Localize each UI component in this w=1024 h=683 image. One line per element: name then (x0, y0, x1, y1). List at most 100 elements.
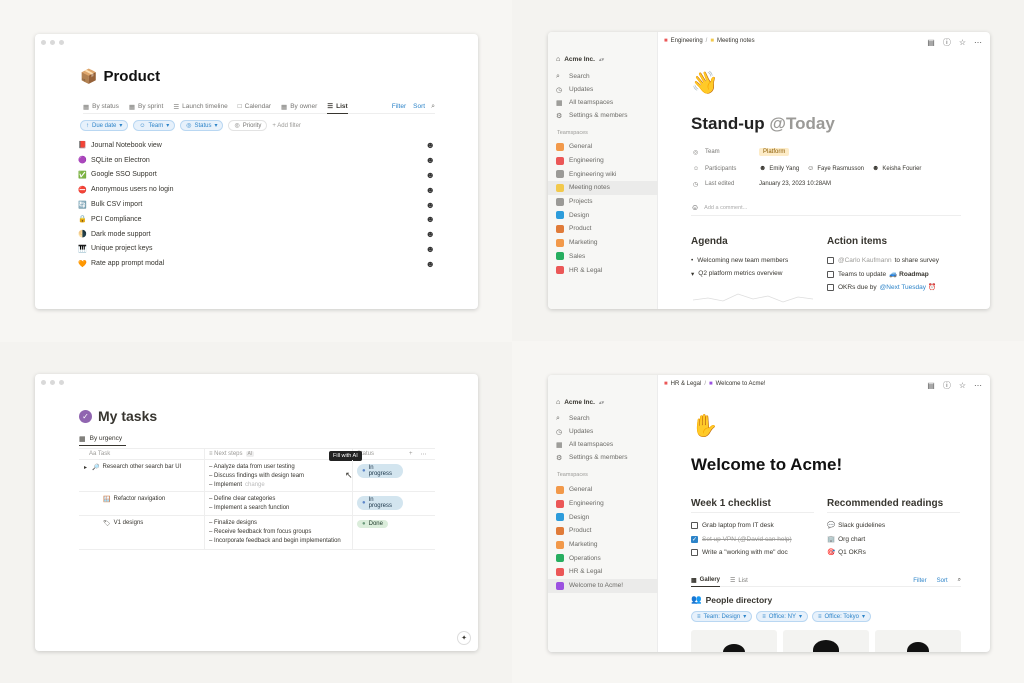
sidebar-updates[interactable]: ◷ Updates (548, 425, 658, 438)
breadcrumb-hr[interactable]: HR & Legal (671, 381, 702, 387)
filter-button[interactable]: Filter (913, 578, 926, 584)
filter-chip[interactable]: ≡ Office: NY ▾ (756, 611, 808, 622)
list-item[interactable]: 🔒 PCI Compliance ☻ (78, 212, 435, 227)
reading-link[interactable]: 💬 Slack guidelines (827, 519, 885, 533)
filter-chip-status[interactable]: ◎ Status ▾ (180, 120, 224, 131)
filter-chip[interactable]: ≡ Office: Tokyo ▾ (811, 611, 871, 622)
team-tag[interactable]: Platform (759, 148, 790, 156)
sidebar-team-engineering[interactable]: Engineering (548, 497, 658, 511)
toggle-icon[interactable]: ▾ (691, 270, 694, 278)
status-badge[interactable]: ● In progress (357, 464, 403, 478)
sidebar-settings-members[interactable]: ⚙ Settings & members (548, 451, 658, 464)
add-column-icon[interactable]: + (409, 451, 413, 457)
tab-gallery[interactable]: ▦ Gallery (691, 575, 721, 587)
tab-list[interactable]: ☰ List (327, 100, 348, 114)
col-next-steps[interactable]: Next steps (214, 451, 242, 457)
more-icon[interactable]: ⋯ (974, 381, 982, 390)
tab-list[interactable]: ☰ List (730, 577, 748, 585)
info-icon[interactable]: ⓘ (943, 37, 951, 48)
list-item[interactable]: ✅ Google SSO Support ☻ (78, 168, 435, 183)
sidebar-team-hr-legal[interactable]: HR & Legal (548, 565, 658, 579)
todo-checkbox[interactable]: ✓ (691, 535, 698, 543)
sidebar-team-projects[interactable]: Projects (548, 195, 658, 209)
sidebar-team-general[interactable]: General (548, 140, 658, 154)
breadcrumb-welcome[interactable]: Welcome to Acme! (716, 381, 766, 387)
todo-checkbox[interactable] (691, 549, 698, 557)
star-icon[interactable]: ☆ (959, 381, 966, 390)
filter-chip[interactable]: ≡ Team: Design ▾ (691, 611, 753, 622)
tab-by-status[interactable]: ▦ By status (83, 100, 119, 114)
gallery-card[interactable] (691, 630, 777, 652)
reading-link[interactable]: 🏢 Org chart (827, 533, 885, 547)
status-badge[interactable]: ● In progress (357, 496, 403, 510)
sidebar-team-marketing[interactable]: Marketing (548, 236, 658, 250)
tab-calendar[interactable]: □ Calendar (238, 100, 271, 114)
sidebar-all-teamspaces[interactable]: ▦ All teamspaces (548, 96, 658, 109)
roadmap-link[interactable]: Roadmap (899, 268, 929, 282)
add-filter-button[interactable]: + Add filter (272, 123, 301, 129)
window-controls[interactable] (41, 380, 64, 385)
comment-icon[interactable]: ▤ (927, 381, 935, 390)
star-icon[interactable]: ☆ (959, 38, 966, 47)
action-checkbox[interactable] (827, 257, 834, 265)
table-row[interactable]: ▸ 🔎 Research other search bar UI – Analyze … (79, 460, 435, 492)
tab-launch-timeline[interactable]: ☰ Launch timeline (173, 100, 227, 114)
comment-input[interactable]: Add a comment... (704, 205, 747, 211)
sidebar-search[interactable]: ⌕ Search (548, 412, 658, 425)
ai-sparkle-button[interactable]: ✦ (457, 631, 471, 645)
today-mention[interactable]: @Today (769, 114, 834, 133)
tab-by-sprint[interactable]: ▦ By sprint (129, 100, 163, 114)
info-icon[interactable]: ⓘ (943, 380, 951, 391)
gallery-card[interactable] (875, 630, 961, 652)
participant-name[interactable]: Keisha Fourier (882, 166, 921, 172)
sidebar-all-teamspaces[interactable]: ▦ All teamspaces (548, 438, 658, 451)
list-item[interactable]: 🌗 Dark mode support ☻ (78, 227, 435, 242)
window-controls[interactable] (41, 40, 64, 45)
sort-button[interactable]: Sort (413, 103, 425, 110)
participant-name[interactable]: Emily Yang (769, 166, 799, 172)
sidebar-search[interactable]: ⌕ Search (548, 70, 658, 83)
action-checkbox[interactable] (827, 284, 834, 292)
workspace-name[interactable]: Acme Inc. (564, 399, 595, 406)
list-item[interactable]: 🎹 Unique project keys ☻ (78, 242, 435, 257)
breadcrumb-meeting-notes[interactable]: Meeting notes (717, 38, 755, 44)
todo-checkbox[interactable] (691, 522, 698, 530)
list-item[interactable]: 📕 Journal Notebook view ☻ (78, 138, 435, 153)
sidebar-team-meeting-notes[interactable]: Meeting notes (548, 181, 658, 195)
search-icon[interactable]: ⌕ (958, 577, 961, 584)
participant-name[interactable]: Faye Rasmusson (817, 166, 864, 172)
sidebar-team-product[interactable]: Product (548, 222, 658, 236)
sidebar-settings-members[interactable]: ⚙ Settings & members (548, 109, 658, 122)
sidebar-team-operations[interactable]: Operations (548, 551, 658, 565)
comment-icon[interactable]: ▤ (927, 38, 935, 47)
filter-button[interactable]: Filter (392, 103, 406, 110)
workspace-name[interactable]: Acme Inc. (564, 56, 595, 63)
view-tab-by-urgency[interactable]: ▦ By urgency (79, 432, 127, 446)
tab-by-owner[interactable]: ▦ By owner (281, 100, 317, 114)
action-checkbox[interactable] (827, 270, 834, 278)
sidebar-team-design[interactable]: Design (548, 208, 658, 222)
sidebar-team-welcome-to-acme-[interactable]: Welcome to Acme! (548, 578, 658, 593)
sort-button[interactable]: Sort (937, 578, 948, 584)
filter-chip-team[interactable]: ☺ Team ▾ (133, 120, 176, 131)
filter-chip-priority[interactable]: ◎ Priority (228, 120, 268, 131)
list-item[interactable]: ⛔ Anonymous users no login ☻ (78, 182, 435, 197)
next-tuesday-mention[interactable]: @Next Tuesday (880, 281, 926, 295)
sidebar-team-product[interactable]: Product (548, 524, 658, 538)
status-badge[interactable]: ● Done (357, 520, 388, 528)
list-item[interactable]: 🔄 Bulk CSV import ☻ (78, 197, 435, 212)
search-icon[interactable]: ⌕ (431, 103, 435, 111)
sidebar-team-marketing[interactable]: Marketing (548, 538, 658, 552)
list-item[interactable]: 🧡 Rate app prompt modal ☻ (78, 256, 435, 271)
col-task[interactable]: Task (98, 451, 110, 457)
breadcrumb-engineering[interactable]: Engineering (671, 38, 703, 44)
sidebar-team-engineering[interactable]: Engineering (548, 154, 658, 168)
gallery-card[interactable] (783, 630, 869, 652)
filter-chip-due-date[interactable]: ↑ Due date ▾ (80, 120, 129, 131)
list-item[interactable]: 🟣 SQLite on Electron ☻ (78, 153, 435, 168)
sidebar-team-sales[interactable]: Sales (548, 250, 658, 264)
more-icon[interactable]: ⋯ (974, 38, 982, 47)
sidebar-updates[interactable]: ◷ Updates (548, 83, 658, 96)
sidebar-team-general[interactable]: General (548, 483, 658, 497)
sidebar-team-hr-legal[interactable]: HR & Legal (548, 263, 658, 277)
